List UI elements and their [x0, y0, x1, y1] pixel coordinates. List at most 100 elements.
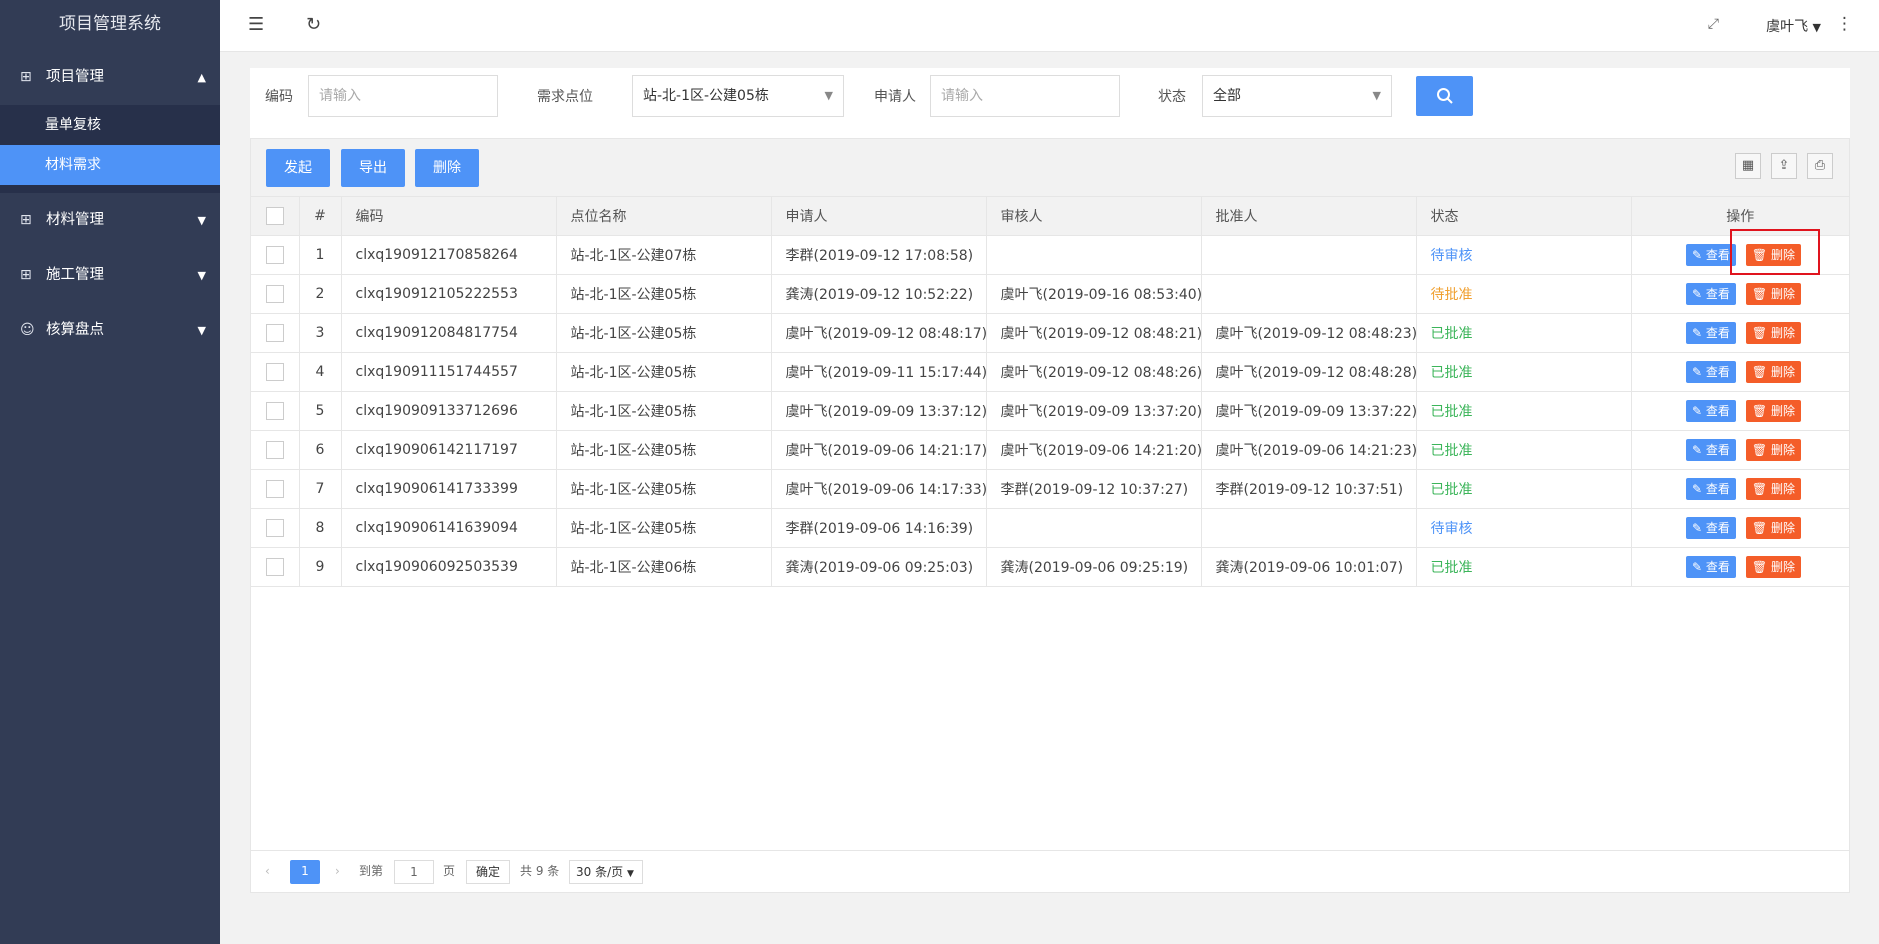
- page-size-select[interactable]: 30 条/页 ▼: [569, 860, 643, 884]
- view-button[interactable]: ✎ 查看: [1686, 243, 1736, 266]
- row-num: 6: [299, 430, 342, 470]
- caret-down-icon: ▼: [197, 214, 206, 227]
- print-icon[interactable]: ⎙: [1807, 153, 1833, 179]
- sidebar-group-accounting[interactable]: ☺ 核算盘点 ▼: [0, 303, 220, 358]
- row-checkbox[interactable]: [265, 557, 284, 576]
- columns-icon[interactable]: ▦: [1735, 153, 1761, 179]
- row-delete-button[interactable]: 🗑 删除: [1745, 321, 1801, 344]
- row-delete-button[interactable]: 🗑 删除: [1745, 438, 1801, 461]
- code-label: 编码: [265, 89, 293, 105]
- sidebar-item-quantity-review[interactable]: 量单复核: [0, 105, 220, 145]
- sidebar-item-material-demand[interactable]: 材料需求: [0, 145, 220, 185]
- top-header: ☰ ↻ ⤢ 虞叶飞 ▼ ⋮: [220, 0, 1879, 52]
- row-checkbox[interactable]: [265, 362, 284, 381]
- goto-page-input[interactable]: 1: [394, 860, 434, 884]
- sidebar: 项目管理系统 ⊞ 项目管理 ▲ 量单复核 材料需求 ⊞ 材料管理 ▼ ⊞ 施工管理 ▼…: [0, 0, 220, 944]
- row-select-cell: [251, 352, 300, 392]
- row-delete-button[interactable]: 🗑 删除: [1745, 399, 1801, 422]
- row-status: 已批准: [1416, 391, 1632, 431]
- main-content: 编码 请输入 需求点位 站-北-1区-公建05栋 ▼ 申请人 请输入 状态 全部…: [250, 68, 1850, 893]
- row-checkbox[interactable]: [265, 245, 284, 264]
- row-actions: ✎ 查看 🗑 删除: [1631, 313, 1849, 353]
- row-approver: [1201, 274, 1417, 314]
- row-approver: [1201, 508, 1417, 548]
- goto-confirm-button[interactable]: 确定: [466, 860, 510, 884]
- view-button[interactable]: ✎ 查看: [1686, 282, 1736, 305]
- requests-table: # 编码 点位名称 申请人 审核人 批准人 状态 操作 1 clxq1909121…: [251, 197, 1849, 587]
- caret-down-icon: ▼: [197, 324, 206, 337]
- caret-down-icon: ▼: [1812, 21, 1821, 34]
- row-checkbox[interactable]: [265, 401, 284, 420]
- fullscreen-icon[interactable]: ⤢: [1708, 16, 1719, 32]
- row-checkbox[interactable]: [265, 518, 284, 537]
- row-delete-button[interactable]: 🗑 删除: [1745, 360, 1801, 383]
- export-file-icon[interactable]: ⇪: [1771, 153, 1797, 179]
- export-button[interactable]: 导出: [341, 149, 405, 187]
- row-num: 5: [299, 391, 342, 431]
- row-reviewer: 虞叶飞(2019-09-09 13:37:20): [986, 391, 1202, 431]
- row-delete-button[interactable]: 🗑 删除: [1745, 477, 1801, 500]
- row-checkbox[interactable]: [265, 323, 284, 342]
- view-button[interactable]: ✎ 查看: [1686, 360, 1736, 383]
- row-applicant: 虞叶飞(2019-09-06 14:21:17): [771, 430, 987, 470]
- view-button[interactable]: ✎ 查看: [1686, 399, 1736, 422]
- row-point: 站-北-1区-公建05栋: [556, 274, 772, 314]
- row-select-cell: [251, 391, 300, 431]
- col-header-applicant: 申请人: [771, 197, 987, 236]
- row-point: 站-北-1区-公建06栋: [556, 547, 772, 587]
- edit-icon: ✎: [1692, 286, 1703, 301]
- refresh-icon[interactable]: ↻: [306, 14, 321, 35]
- view-label: 查看: [1705, 559, 1730, 574]
- view-button[interactable]: ✎ 查看: [1686, 555, 1736, 578]
- table-header-row: # 编码 点位名称 申请人 审核人 批准人 状态 操作: [251, 197, 1849, 236]
- view-button[interactable]: ✎ 查看: [1686, 438, 1736, 461]
- row-actions: ✎ 查看 🗑 删除: [1631, 547, 1849, 587]
- row-delete-button[interactable]: 🗑 删除: [1745, 243, 1801, 266]
- point-select[interactable]: 站-北-1区-公建05栋 ▼: [632, 75, 844, 117]
- view-button[interactable]: ✎ 查看: [1686, 321, 1736, 344]
- delete-label: 删除: [1770, 286, 1795, 301]
- row-checkbox[interactable]: [265, 284, 284, 303]
- select-all-checkbox[interactable]: [265, 206, 284, 225]
- point-label: 需求点位: [537, 89, 593, 105]
- prev-page-icon[interactable]: ‹: [265, 860, 270, 884]
- row-select-cell: [251, 313, 300, 353]
- row-approver: 虞叶飞(2019-09-09 13:37:22): [1201, 391, 1417, 431]
- code-input[interactable]: 请输入: [308, 75, 498, 117]
- row-checkbox[interactable]: [265, 440, 284, 459]
- sidebar-group-material[interactable]: ⊞ 材料管理 ▼: [0, 193, 220, 248]
- row-select-cell: [251, 469, 300, 509]
- grid-plus-icon: ⊞: [20, 212, 32, 228]
- row-code: clxq190912084817754: [341, 313, 557, 353]
- edit-icon: ✎: [1692, 520, 1703, 535]
- user-menu[interactable]: 虞叶飞 ▼: [1766, 16, 1821, 36]
- menu-toggle-icon[interactable]: ☰: [248, 14, 264, 35]
- next-page-icon[interactable]: ›: [335, 860, 340, 884]
- trash-icon: 🗑: [1751, 559, 1768, 574]
- page-1-button[interactable]: 1: [290, 860, 320, 884]
- view-button[interactable]: ✎ 查看: [1686, 516, 1736, 539]
- edit-icon: ✎: [1692, 325, 1703, 340]
- row-checkbox[interactable]: [265, 479, 284, 498]
- col-header-code: 编码: [341, 197, 557, 236]
- row-code: clxq190912105222553: [341, 274, 557, 314]
- sidebar-group-construction[interactable]: ⊞ 施工管理 ▼: [0, 248, 220, 303]
- caret-down-icon: ▼: [626, 869, 634, 879]
- create-button[interactable]: 发起: [266, 149, 330, 187]
- applicant-input[interactable]: 请输入: [930, 75, 1120, 117]
- row-applicant: 虞叶飞(2019-09-09 13:37:12): [771, 391, 987, 431]
- search-button[interactable]: [1416, 76, 1473, 116]
- row-delete-button[interactable]: 🗑 删除: [1745, 282, 1801, 305]
- row-delete-button[interactable]: 🗑 删除: [1745, 516, 1801, 539]
- view-button[interactable]: ✎ 查看: [1686, 477, 1736, 500]
- row-delete-button[interactable]: 🗑 删除: [1745, 555, 1801, 578]
- data-table-panel: 发起 导出 删除 ▦ ⇪ ⎙ # 编码 点位名称 申请人 审核人 批准人 状态: [250, 138, 1850, 893]
- status-select[interactable]: 全部 ▼: [1202, 75, 1392, 117]
- more-vertical-icon[interactable]: ⋮: [1836, 14, 1853, 34]
- delete-label: 删除: [1770, 325, 1795, 340]
- row-code: clxq190911151744557: [341, 352, 557, 392]
- delete-button[interactable]: 删除: [415, 149, 479, 187]
- row-point: 站-北-1区-公建05栋: [556, 508, 772, 548]
- row-actions: ✎ 查看 🗑 删除: [1631, 391, 1849, 431]
- sidebar-group-project[interactable]: ⊞ 项目管理 ▲: [0, 50, 220, 105]
